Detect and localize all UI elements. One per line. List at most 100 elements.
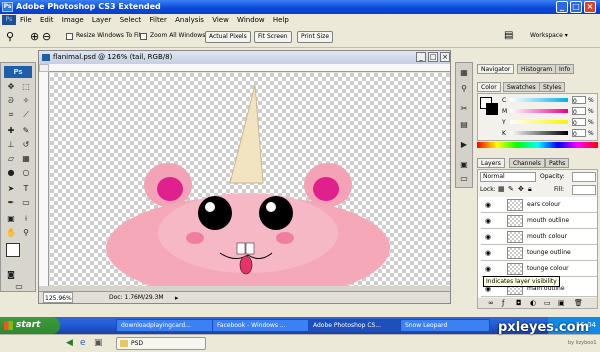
eraser-tool-icon[interactable]: ▱ <box>5 153 17 165</box>
menu-select[interactable]: Select <box>120 16 142 24</box>
zoom-icon[interactable]: ⚲ <box>6 30 14 43</box>
magenta-slider[interactable] <box>510 109 568 113</box>
foreground-color-swatch[interactable] <box>6 243 20 257</box>
eye-icon[interactable]: ◉ <box>483 245 493 261</box>
taskbar-item[interactable]: Facebook - Windows ... <box>212 319 310 332</box>
zoom-level-field[interactable]: 125.96% <box>43 292 73 303</box>
menu-help[interactable]: Help <box>273 16 289 24</box>
document-title-bar[interactable]: flanimal.psd @ 126% (tail, RGB/8) _ □ × <box>39 51 450 64</box>
move-tool-icon[interactable]: ✥ <box>5 81 17 93</box>
close-button[interactable]: × <box>584 1 596 13</box>
link-layers-icon[interactable]: ∞ <box>488 298 494 308</box>
color-ramp[interactable] <box>477 142 598 148</box>
resize-windows-checkbox[interactable] <box>66 33 73 40</box>
brush-tool-icon[interactable]: ✎ <box>20 125 32 137</box>
crop-tool-icon[interactable]: ⌗ <box>5 109 17 121</box>
folder-icon[interactable]: ▣ <box>94 338 103 348</box>
tool-presets-icon[interactable]: ⚲ <box>458 83 470 95</box>
actual-pixels-button[interactable]: Actual Pixels <box>205 31 251 43</box>
tab-histogram[interactable]: Histogram <box>517 64 557 74</box>
menu-view[interactable]: View <box>212 16 229 24</box>
adjustment-layer-icon[interactable]: ◐ <box>530 298 536 308</box>
notes-tool-icon[interactable]: ▣ <box>5 213 17 225</box>
menu-image[interactable]: Image <box>62 16 84 24</box>
image-canvas[interactable] <box>50 73 450 286</box>
ie-icon[interactable]: e <box>80 338 86 348</box>
screen-mode-icon[interactable]: ▭ <box>13 281 25 293</box>
doc-close-button[interactable]: × <box>440 52 450 62</box>
layer-comps-icon[interactable]: ▣ <box>458 159 470 171</box>
menu-file[interactable]: File <box>20 16 32 24</box>
layer-mask-icon[interactable]: ◘ <box>516 298 522 308</box>
menu-analysis[interactable]: Analysis <box>175 16 204 24</box>
minimize-button[interactable]: _ <box>556 1 568 13</box>
actions-panel-icon[interactable]: ▶ <box>458 139 470 151</box>
tab-swatches[interactable]: Swatches <box>503 82 540 92</box>
tab-navigator[interactable]: Navigator <box>477 64 515 74</box>
doc-maximize-button[interactable]: □ <box>428 52 438 62</box>
zoom-all-checkbox[interactable] <box>140 33 147 40</box>
type-tool-icon[interactable]: T <box>20 183 32 195</box>
opacity-field[interactable] <box>572 172 596 182</box>
tab-color[interactable]: Color <box>477 82 501 92</box>
dodge-tool-icon[interactable]: ○ <box>20 167 32 179</box>
maximize-button[interactable]: □ <box>570 1 582 13</box>
black-slider[interactable] <box>510 131 568 135</box>
info-panel-icon[interactable]: ▭ <box>458 173 470 185</box>
shape-tool-icon[interactable]: ▭ <box>20 197 32 209</box>
doc-size-readout[interactable]: Doc: 1.76M/29.3M <box>109 292 164 304</box>
healing-brush-icon[interactable]: ✚ <box>5 125 17 137</box>
lock-transparency-icon[interactable]: ▦ <box>498 185 505 193</box>
menu-edit[interactable]: Edit <box>40 16 54 24</box>
print-size-button[interactable]: Print Size <box>297 31 334 43</box>
taskbar-item[interactable]: Snow Leopard <box>400 319 490 332</box>
layer-row[interactable]: ◉ ears colour <box>481 197 597 213</box>
magic-wand-icon[interactable]: ✧ <box>20 95 32 107</box>
workspace-menu[interactable]: Workspace ▾ <box>530 32 568 39</box>
fill-field[interactable] <box>572 185 596 195</box>
ruler-origin[interactable] <box>39 64 49 72</box>
eyedropper-icon[interactable]: ⟊ <box>20 213 32 225</box>
marquee-tool-icon[interactable]: ⬚ <box>20 81 32 93</box>
start-button[interactable]: start <box>0 317 60 334</box>
slice-tool-icon[interactable]: ⟋ <box>20 109 32 121</box>
tab-paths[interactable]: Paths <box>545 158 570 168</box>
layer-row[interactable]: ◉ mouth colour <box>481 229 597 245</box>
menu-layer[interactable]: Layer <box>92 16 112 24</box>
lock-position-icon[interactable]: ✥ <box>518 185 524 193</box>
tab-layers[interactable]: Layers <box>477 158 505 168</box>
clone-stamp-icon[interactable]: ⊥ <box>5 139 17 151</box>
workspace-icon[interactable]: ▤ <box>504 30 513 41</box>
new-group-icon[interactable]: ▭ <box>544 298 551 308</box>
zoom-out-icon[interactable]: ⊖ <box>42 30 51 43</box>
cyan-slider[interactable] <box>510 98 568 102</box>
hand-tool-icon[interactable]: ✋ <box>5 227 17 239</box>
pen-tool-icon[interactable]: ✒ <box>5 197 17 209</box>
cyan-value[interactable]: 0 <box>572 96 586 105</box>
layer-row[interactable]: ◉ mouth outline <box>481 213 597 229</box>
history-brush-icon[interactable]: ↺ <box>20 139 32 151</box>
status-menu-arrow-icon[interactable]: ▸ <box>175 292 179 304</box>
lasso-tool-icon[interactable]: ᘐ <box>5 95 17 107</box>
eye-icon[interactable]: ◉ <box>483 197 493 213</box>
doc-minimize-button[interactable]: _ <box>416 52 426 62</box>
quick-mask-icon[interactable]: ◙ <box>5 269 17 281</box>
lock-all-icon[interactable]: 🔒︎ <box>528 185 532 194</box>
clone-source-icon[interactable]: ✂ <box>458 103 470 115</box>
tab-styles[interactable]: Styles <box>539 82 566 92</box>
blend-mode-select[interactable]: Normal <box>480 172 536 182</box>
eye-icon[interactable]: ◉ <box>483 213 493 229</box>
layer-row[interactable]: ◉ tounge outline <box>481 245 597 261</box>
yellow-value[interactable]: 0 <box>572 118 586 127</box>
tab-channels[interactable]: Channels <box>509 158 545 168</box>
background-swatch[interactable] <box>486 103 498 115</box>
delete-layer-icon[interactable]: 🗑︎ <box>574 298 583 308</box>
menu-filter[interactable]: Filter <box>150 16 167 24</box>
vertical-ruler[interactable] <box>39 72 49 286</box>
menu-window[interactable]: Window <box>237 16 265 24</box>
back-icon[interactable]: ◀ <box>66 338 73 348</box>
magenta-value[interactable]: 0 <box>572 107 586 116</box>
taskbar-item-active[interactable]: Adobe Photoshop CS... <box>308 319 406 332</box>
history-panel-icon[interactable]: ▤ <box>458 119 470 131</box>
lock-pixels-icon[interactable]: ✎ <box>508 185 514 193</box>
